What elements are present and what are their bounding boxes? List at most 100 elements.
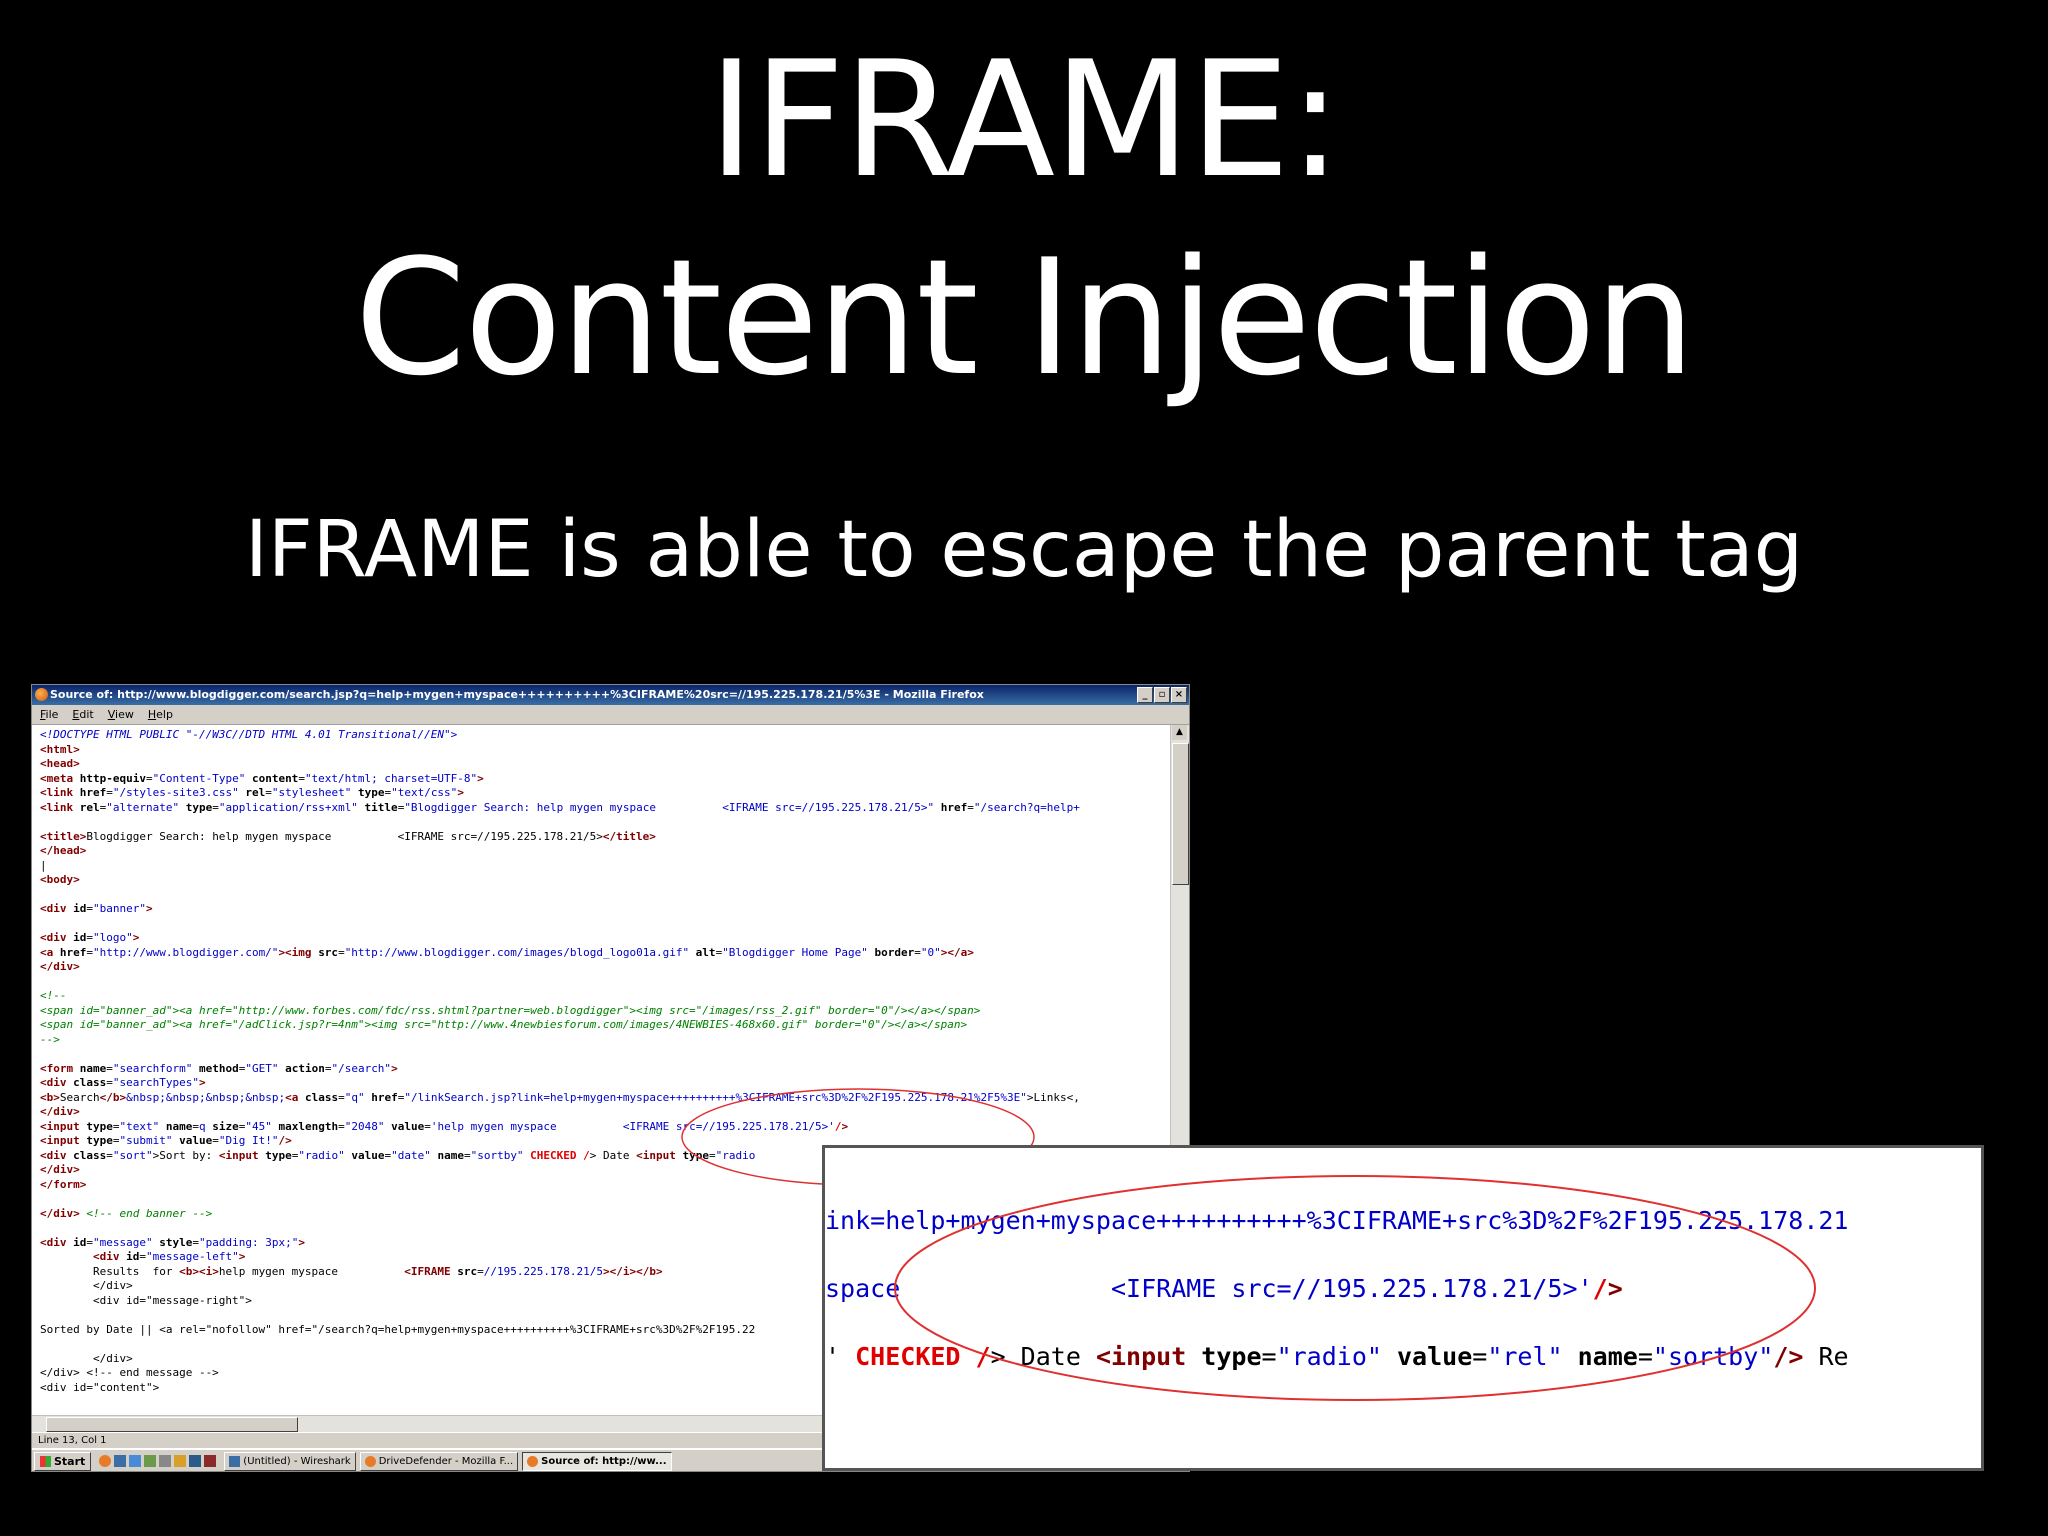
code-token: alt [689, 945, 716, 959]
code-token: "banner" [93, 902, 146, 915]
app-launch-icon[interactable] [129, 1455, 142, 1467]
menu-edit[interactable]: Edit [72, 705, 93, 724]
app-launch-icon[interactable] [189, 1455, 202, 1467]
scrollbar-thumb[interactable] [1172, 743, 1189, 885]
code-token: </b> [99, 1090, 127, 1104]
app-launch-icon[interactable] [204, 1455, 217, 1467]
code-token: name [79, 1061, 107, 1075]
maximize-button[interactable]: ▫ [1154, 687, 1170, 703]
code-token: "message-left" [145, 1250, 239, 1263]
menu-help[interactable]: Help [148, 705, 173, 724]
code-token: help mygen myspace [218, 1264, 405, 1278]
code-token: ink=help+mygen+myspace++++++++++%3CIFRAM… [825, 1206, 1849, 1235]
code-token: <div id="message-right"> [40, 1293, 252, 1307]
code-token: content [245, 771, 299, 785]
task-source-of[interactable]: Source of: http://ww... [522, 1451, 672, 1471]
code-token: Results for [40, 1264, 180, 1278]
source-line: </div> [40, 960, 1164, 975]
code-token: "Blogdigger Search: help mygen myspace <… [404, 800, 935, 814]
code-token: </div> [40, 1105, 80, 1118]
code-token: value [172, 1134, 213, 1147]
code-token: "message" [93, 1235, 153, 1249]
app-launch-icon[interactable] [159, 1455, 172, 1467]
code-token: 'help mygen myspace <IFRAME src=//195.22… [430, 1119, 835, 1133]
menu-file[interactable]: File [40, 705, 58, 724]
code-token: = [265, 786, 272, 799]
code-token: method [192, 1061, 239, 1075]
code-token: size [205, 1119, 239, 1133]
menu-view[interactable]: View [108, 705, 134, 724]
code-token: "/linkSearch.jsp?link=help+mygen+myspace… [404, 1090, 1027, 1104]
code-token: = [86, 931, 93, 944]
code-token: "sort" [112, 1148, 153, 1162]
source-line: <span id="banner_ad"><a href="http://www… [40, 1004, 1164, 1019]
code-token: = [145, 771, 153, 785]
source-line [40, 1047, 1164, 1062]
code-token: //195.225.178.21/5 [483, 1264, 603, 1278]
code-token: <b> [40, 1090, 60, 1104]
code-token: "sortby" [470, 1148, 524, 1162]
code-token: > [238, 1250, 246, 1263]
source-line: <!-- [40, 989, 1164, 1004]
code-token: = [139, 1250, 146, 1263]
ie-launch-icon[interactable] [114, 1455, 127, 1467]
start-button[interactable]: Start [34, 1451, 92, 1471]
code-token: id [73, 1235, 87, 1249]
code-token: <input [1095, 1342, 1202, 1371]
code-token: class [304, 1090, 339, 1104]
source-line [40, 917, 1164, 932]
task-label: DriveDefender - Mozilla F... [378, 1455, 514, 1467]
code-token: <a [40, 945, 60, 959]
close-button[interactable]: × [1171, 687, 1187, 703]
code-token: <IFRAME [404, 1264, 458, 1278]
scroll-up-icon[interactable]: ▲ [1172, 725, 1187, 740]
app-launch-icon[interactable] [174, 1455, 187, 1467]
app-launch-icon[interactable] [144, 1455, 157, 1467]
firefox-launch-icon[interactable] [99, 1455, 112, 1467]
code-token: "searchform" [112, 1061, 193, 1075]
code-token: = [106, 1148, 113, 1162]
code-token: = [463, 1148, 471, 1162]
source-line: </head> [40, 844, 1164, 859]
code-token: href [59, 945, 87, 959]
code-token: CHECKED / [523, 1148, 590, 1162]
code-token: "/search" [331, 1061, 392, 1075]
minimize-button[interactable]: _ [1137, 687, 1153, 703]
source-line [40, 815, 1164, 830]
code-token: <b><i> [179, 1264, 219, 1278]
code-token: "0" [920, 945, 941, 959]
code-token: </div> [40, 1163, 80, 1176]
code-token: > [132, 931, 140, 944]
code-token: rel [79, 800, 100, 814]
task-wireshark[interactable]: (Untitled) - Wireshark [224, 1451, 356, 1471]
code-token: "radio [715, 1148, 756, 1162]
window-controls: _ ▫ × [1137, 687, 1187, 703]
code-token: <!-- [40, 989, 67, 1002]
code-token: q [198, 1119, 206, 1133]
code-token: > Date [589, 1148, 637, 1162]
code-token: src [457, 1264, 478, 1278]
code-token: "/search?q=help+ [973, 800, 1080, 814]
code-token: = [1472, 1342, 1488, 1371]
task-label: (Untitled) - Wireshark [243, 1455, 351, 1467]
code-token: <body> [40, 873, 80, 886]
code-token: Re [1803, 1342, 1849, 1371]
code-token: "sortby" [1652, 1342, 1774, 1371]
code-token: CHECKED / [840, 1342, 991, 1371]
code-token: = [424, 1119, 431, 1133]
source-line: <input type="text" name=q size="45" maxl… [40, 1120, 1164, 1135]
code-token: <html> [40, 742, 80, 756]
firefox-icon [35, 688, 48, 701]
source-line: --> [40, 1033, 1164, 1048]
code-token: "http://www.blogdigger.com/images/blogd_… [344, 945, 690, 959]
code-token: "date" [391, 1148, 431, 1162]
code-token: ></a> [940, 945, 974, 959]
task-drivedefender[interactable]: DriveDefender - Mozilla F... [359, 1451, 519, 1471]
source-line: <span id="banner_ad"><a href="/adClick.j… [40, 1018, 1164, 1033]
firefox-icon [364, 1455, 376, 1467]
code-token: value [1381, 1342, 1473, 1371]
zoom-line-1: ink=help+mygen+myspace++++++++++%3CIFRAM… [825, 1206, 1849, 1235]
h-scrollbar-thumb[interactable] [46, 1417, 298, 1432]
